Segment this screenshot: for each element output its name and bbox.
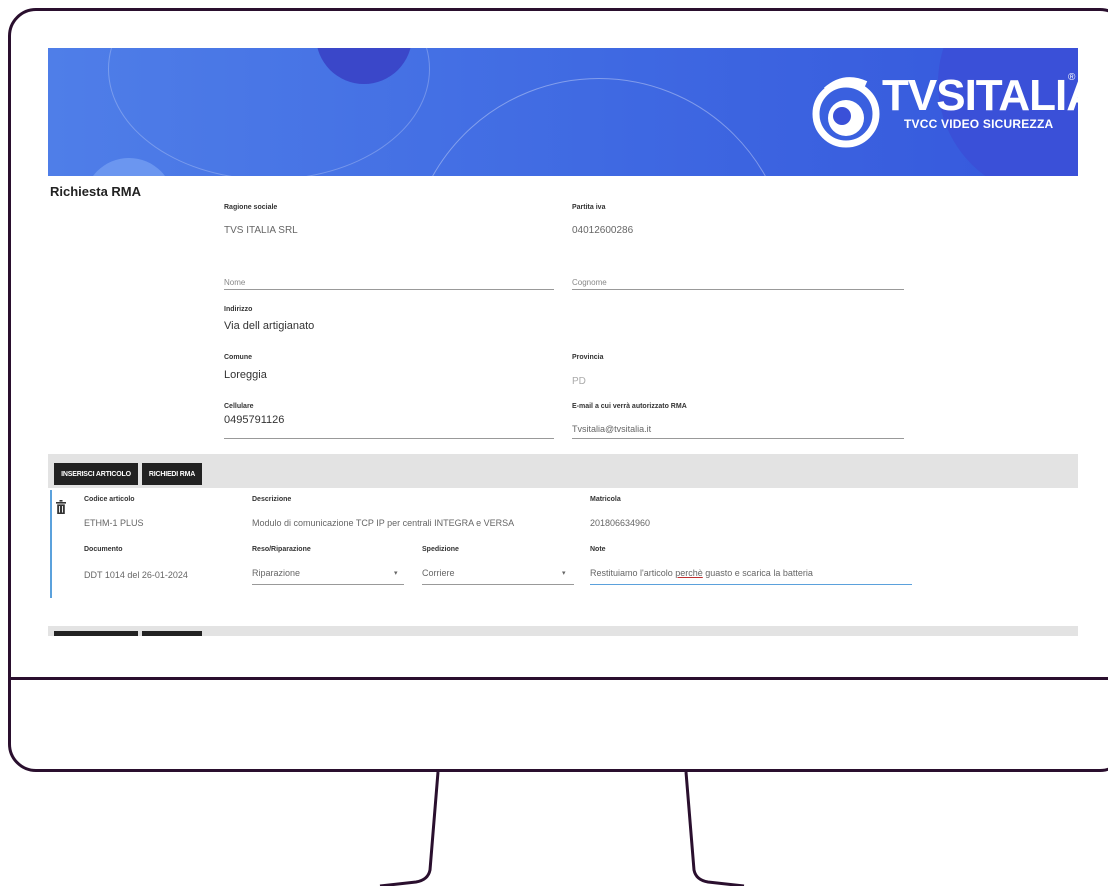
article-toolbar-bottom bbox=[48, 626, 1078, 636]
banner-decoration bbox=[84, 158, 174, 176]
article-accent-bar bbox=[50, 490, 52, 598]
provincia-value[interactable]: PD bbox=[572, 376, 586, 387]
descrizione-value: Modulo di comunicazione TCP IP per centr… bbox=[252, 518, 515, 528]
nome-input[interactable]: Nome bbox=[224, 278, 245, 287]
comune-value[interactable]: Loreggia bbox=[224, 369, 267, 381]
trash-icon[interactable] bbox=[56, 500, 66, 514]
email-label: E-mail a cui verrà autorizzato RMA bbox=[572, 403, 687, 410]
indirizzo-label: Indirizzo bbox=[224, 306, 253, 313]
monitor-chin-divider bbox=[8, 677, 1108, 680]
nome-input-underline bbox=[224, 289, 554, 290]
cognome-input[interactable]: Cognome bbox=[572, 278, 607, 287]
brand-name: TVSITALIA bbox=[882, 71, 1078, 120]
documento-value: DDT 1014 del 26-01-2024 bbox=[84, 570, 188, 580]
chevron-down-icon[interactable]: ▾ bbox=[394, 569, 398, 577]
spedizione-select[interactable]: Corriere bbox=[422, 568, 455, 578]
chevron-down-icon[interactable]: ▾ bbox=[562, 569, 566, 577]
matricola-label: Matricola bbox=[590, 496, 621, 503]
codice-articolo-label: Codice articolo bbox=[84, 496, 135, 503]
descrizione-label: Descrizione bbox=[252, 496, 292, 503]
note-input[interactable]: Restituiamo l'articolo perchè guasto e s… bbox=[590, 568, 813, 578]
codice-articolo-value: ETHM-1 PLUS bbox=[84, 518, 144, 528]
ragione-sociale-label: Ragione sociale bbox=[224, 204, 278, 211]
request-rma-button[interactable]: RICHIEDI RMA bbox=[142, 463, 202, 485]
cognome-input-underline bbox=[572, 289, 904, 290]
article-row: Codice articolo ETHM-1 PLUS Descrizione … bbox=[48, 490, 1078, 598]
brand-registered-mark: ® bbox=[1068, 72, 1076, 83]
insert-article-button[interactable]: INSERISCI ARTICOLO bbox=[54, 463, 138, 485]
ragione-sociale-value: TVS ITALIA SRL bbox=[224, 225, 298, 236]
cellulare-label: Cellulare bbox=[224, 403, 254, 410]
comune-label: Comune bbox=[224, 354, 252, 361]
email-input-underline bbox=[572, 438, 904, 439]
brand-tagline: TVCC VIDEO SICUREZZA bbox=[904, 117, 1054, 131]
spedizione-underline bbox=[422, 584, 574, 585]
indirizzo-value[interactable]: Via dell artigianato bbox=[224, 320, 314, 332]
partita-iva-label: Partita iva bbox=[572, 204, 606, 211]
spedizione-label: Spedizione bbox=[422, 546, 459, 553]
request-rma-button-bottom[interactable] bbox=[142, 631, 202, 636]
note-text-end: guasto e scarica la batteria bbox=[702, 568, 813, 578]
monitor-stand bbox=[379, 772, 745, 886]
banner-decoration bbox=[408, 78, 790, 176]
insert-article-button-bottom[interactable] bbox=[54, 631, 138, 636]
note-text-start: Restituiamo l'articolo bbox=[590, 568, 676, 578]
header-banner: TVSITALIA ® TVCC VIDEO SICUREZZA bbox=[48, 48, 1078, 176]
email-input[interactable]: Tvsitalia@tvsitalia.it bbox=[572, 424, 651, 434]
page-title: Richiesta RMA bbox=[50, 184, 142, 199]
app-screen: TVSITALIA ® TVCC VIDEO SICUREZZA Richies… bbox=[48, 48, 1078, 636]
reso-riparazione-label: Reso/Riparazione bbox=[252, 546, 311, 553]
note-label: Note bbox=[590, 546, 606, 553]
tvs-eye-logo-icon bbox=[812, 77, 880, 148]
partita-iva-value: 04012600286 bbox=[572, 225, 634, 236]
provincia-label: Provincia bbox=[572, 354, 604, 361]
reso-riparazione-underline bbox=[252, 584, 404, 585]
cellulare-input-underline bbox=[224, 438, 554, 439]
documento-label: Documento bbox=[84, 546, 123, 553]
matricola-value: 201806634960 bbox=[590, 518, 651, 528]
note-text-misspelled: perchè bbox=[675, 568, 703, 578]
article-toolbar: INSERISCI ARTICOLO RICHIEDI RMA bbox=[48, 454, 1078, 488]
reso-riparazione-select[interactable]: Riparazione bbox=[252, 568, 300, 578]
cellulare-input[interactable]: 0495791126 bbox=[224, 414, 284, 426]
note-input-underline bbox=[590, 584, 912, 585]
